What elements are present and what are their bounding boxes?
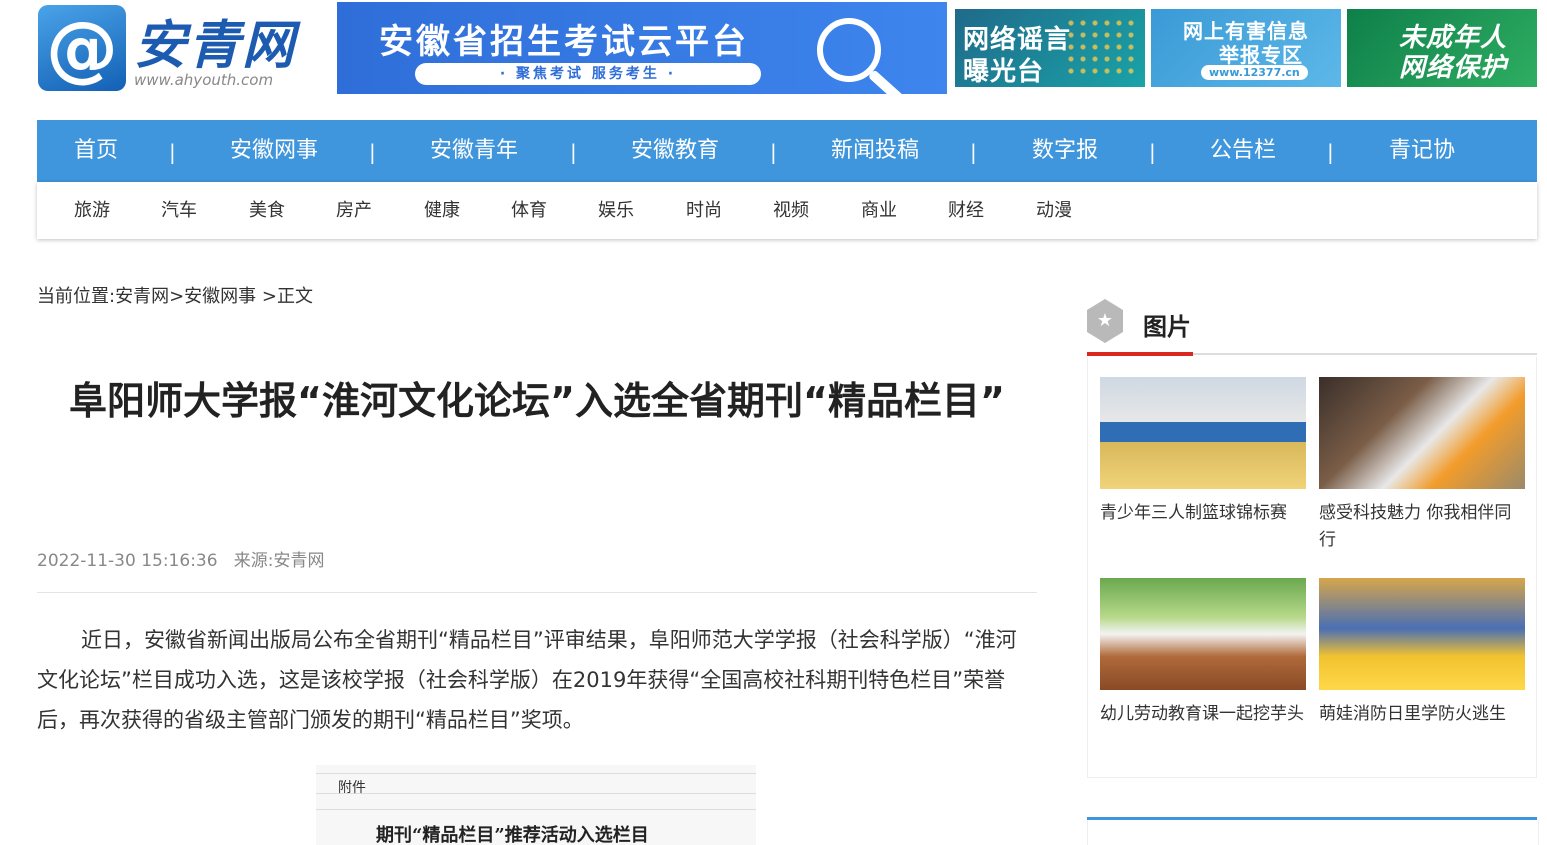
star-icon: ★	[1087, 299, 1123, 343]
nav-item-anhui-education[interactable]: 安徽教育	[631, 120, 719, 182]
sub-nav: 旅游 汽车 美食 房产 健康 体育 娱乐 时尚 视频 商业 财经 动漫	[37, 182, 1537, 239]
subnav-item-realestate[interactable]: 房产	[336, 182, 372, 239]
banner-subtitle: · 聚焦考试 服务考生 ·	[415, 63, 761, 85]
nav-item-bulletin[interactable]: 公告栏	[1210, 120, 1276, 182]
meta-divider	[37, 592, 1037, 593]
photo-fire-safety[interactable]	[1319, 578, 1525, 690]
subnav-item-auto[interactable]: 汽车	[161, 182, 197, 239]
nav-separator: |	[369, 140, 376, 164]
scan-table-line	[316, 793, 756, 794]
article-meta: 2022-11-30 15:16:36 来源:安青网	[37, 546, 325, 571]
subnav-item-travel[interactable]: 旅游	[74, 182, 110, 239]
article-paragraph: 近日，安徽省新闻出版局公布全省期刊“精品栏目”评审结果，阜阳师范大学学报（社会科…	[37, 628, 1017, 732]
nav-item-submit-news[interactable]: 新闻投稿	[831, 120, 919, 182]
photo-taro-digging[interactable]	[1100, 578, 1306, 690]
exam-platform-banner[interactable]: 安徽省招生考试云平台 · 聚焦考试 服务考生 ·	[337, 2, 947, 94]
nav-separator: |	[1327, 140, 1334, 164]
photo-caption[interactable]: 萌娃消防日里学防火逃生	[1319, 701, 1525, 728]
ad-line: 举报专区	[1219, 43, 1303, 67]
nav-separator: |	[770, 140, 777, 164]
subnav-item-fashion[interactable]: 时尚	[686, 182, 722, 239]
logo-at-icon: @	[38, 5, 126, 91]
breadcrumb-link-section[interactable]: 安徽网事	[184, 286, 256, 307]
breadcrumb-separator: >	[256, 286, 277, 307]
subnav-item-video[interactable]: 视频	[773, 182, 809, 239]
photo-caption[interactable]: 感受科技魅力 你我相伴同行	[1319, 500, 1525, 554]
harmful-info-report-ad[interactable]: 网上有害信息 举报专区 www.12377.cn	[1151, 9, 1341, 87]
ad-line: 网络保护	[1399, 53, 1508, 83]
nav-separator: |	[970, 140, 977, 164]
minor-protection-ad[interactable]: 未成年人 网络保护	[1347, 9, 1537, 87]
photo-caption[interactable]: 青少年三人制篮球锦标赛	[1100, 500, 1306, 527]
breadcrumb-separator: >	[169, 286, 185, 307]
nav-item-journalist-assoc[interactable]: 青记协	[1389, 120, 1455, 182]
nav-item-anhui-youth[interactable]: 安徽青年	[430, 120, 518, 182]
photo-technology[interactable]	[1319, 377, 1525, 489]
subnav-item-finance[interactable]: 财经	[948, 182, 984, 239]
photo-basketball[interactable]	[1100, 377, 1306, 489]
banner-title: 安徽省招生考试云平台	[379, 22, 749, 62]
nav-item-digital-paper[interactable]: 数字报	[1032, 120, 1098, 182]
article-title: 阜阳师大学报“淮河文化论坛”入选全省期刊“精品栏目”	[69, 379, 1005, 423]
next-section-box	[1087, 820, 1539, 845]
subnav-item-sports[interactable]: 体育	[511, 182, 547, 239]
ad-url: www.12377.cn	[1201, 65, 1308, 80]
logo-name: 安青网	[134, 15, 297, 76]
breadcrumb-label: 当前位置:	[37, 286, 116, 307]
subnav-item-anime[interactable]: 动漫	[1036, 182, 1072, 239]
logo-url: www.ahyouth.com	[134, 71, 274, 89]
scan-attachment-label: 附件	[338, 780, 366, 796]
main-nav: 首页 | 安徽网事 | 安徽青年 | 安徽教育 | 新闻投稿 | 数字报 | 公…	[37, 120, 1537, 182]
subnav-item-health[interactable]: 健康	[424, 182, 460, 239]
document-scan-image: 附件 期刊“精品栏目”推荐活动入选栏目	[316, 765, 756, 845]
subnav-item-business[interactable]: 商业	[861, 182, 897, 239]
sidebar-title: 图片	[1143, 313, 1191, 341]
scan-table-line	[316, 809, 756, 810]
ad-line: 曝光台	[963, 57, 1045, 87]
scan-heading: 期刊“精品栏目”推荐活动入选栏目	[376, 825, 649, 845]
nav-separator: |	[570, 140, 577, 164]
nav-separator: |	[169, 140, 176, 164]
sidebar-header: ★ 图片	[1087, 297, 1537, 357]
scan-table-line	[316, 773, 756, 774]
article-date: 2022-11-30 15:16:36	[37, 551, 218, 571]
rumor-exposure-ad[interactable]: 网络谣言 曝光台	[955, 9, 1145, 87]
breadcrumb-link-home[interactable]: 安青网	[115, 286, 169, 307]
magnifier-handle	[867, 69, 911, 94]
nav-item-anhui-news[interactable]: 安徽网事	[230, 120, 318, 182]
site-logo[interactable]: @ 安青网 www.ahyouth.com	[38, 3, 300, 93]
subnav-item-food[interactable]: 美食	[249, 182, 285, 239]
article-source: 安青网	[273, 551, 325, 571]
article-source-label: 来源:	[233, 551, 274, 571]
sidebar-accent-bar	[1087, 352, 1193, 356]
nav-separator: |	[1149, 140, 1156, 164]
breadcrumb: 当前位置:安青网>安徽网事 >正文	[37, 282, 313, 308]
network-dots-icon	[1065, 17, 1137, 79]
photo-caption[interactable]: 幼儿劳动教育课一起挖芋头	[1100, 701, 1306, 728]
subnav-item-entertainment[interactable]: 娱乐	[598, 182, 634, 239]
breadcrumb-current: 正文	[276, 286, 313, 307]
nav-item-home[interactable]: 首页	[74, 120, 118, 182]
